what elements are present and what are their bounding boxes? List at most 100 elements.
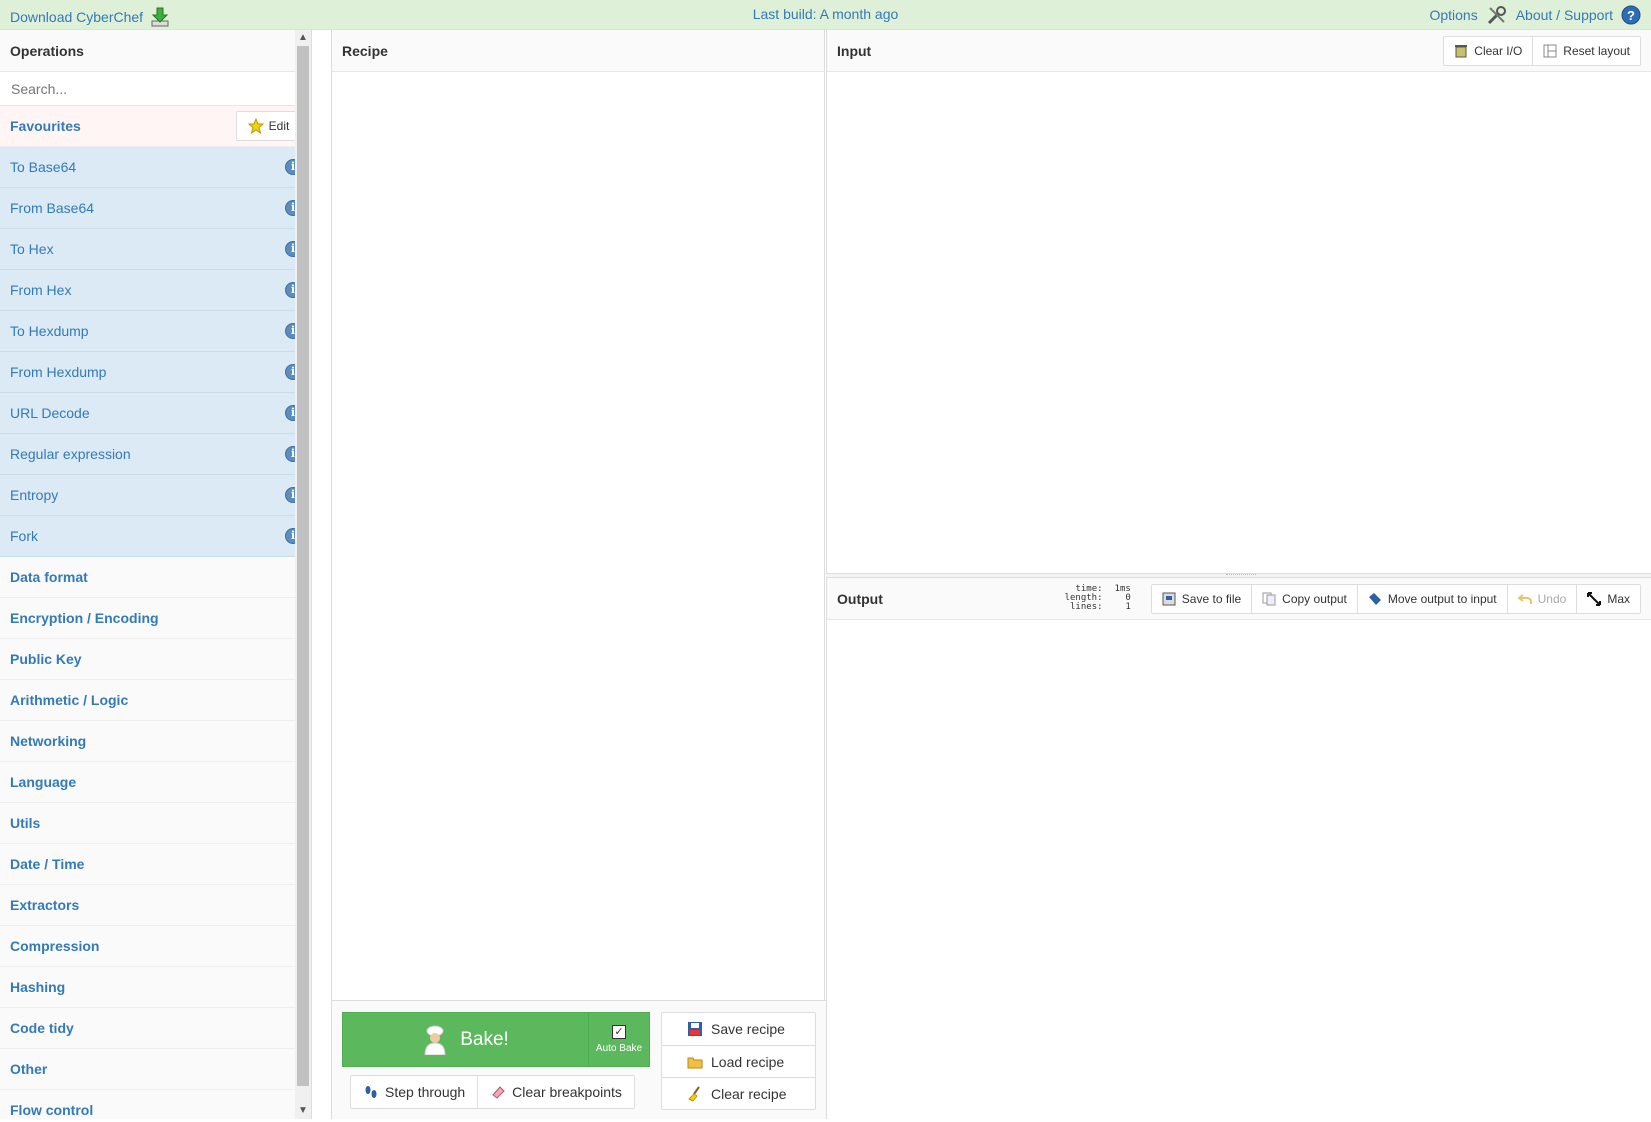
operation-label: From Hexdump bbox=[10, 364, 107, 380]
save-recipe-label: Save recipe bbox=[711, 1021, 785, 1037]
operation-item[interactable]: To Hexdump i bbox=[0, 311, 311, 352]
recipe-list[interactable] bbox=[332, 72, 824, 1000]
clear-io-button[interactable]: Clear I/O bbox=[1444, 37, 1532, 65]
undo-label: Undo bbox=[1537, 591, 1567, 606]
download-area[interactable]: Download CyberChef bbox=[10, 6, 171, 28]
category-list: Data format Encryption / Encoding Public… bbox=[0, 557, 311, 1119]
operation-item[interactable]: Fork i bbox=[0, 516, 311, 557]
category-encryption-encoding[interactable]: Encryption / Encoding bbox=[0, 598, 311, 639]
options-link[interactable]: Options bbox=[1429, 7, 1477, 23]
operation-item[interactable]: From Hexdump i bbox=[0, 352, 311, 393]
bake-button[interactable]: Bake! ✓ Auto Bake bbox=[342, 1012, 650, 1067]
operation-label: Fork bbox=[10, 528, 38, 544]
top-banner: Download CyberChef Last build: A month a… bbox=[0, 0, 1651, 30]
output-buttons: Save to file Copy output Move output to … bbox=[1150, 583, 1641, 614]
category-code-tidy[interactable]: Code tidy bbox=[0, 1008, 311, 1049]
step-through-button[interactable]: Step through bbox=[351, 1076, 477, 1108]
options-tools-icon[interactable] bbox=[1486, 4, 1508, 26]
category-extractors[interactable]: Extractors bbox=[0, 885, 311, 926]
favourites-category[interactable]: Favourites Edit bbox=[0, 106, 311, 147]
operations-recipe-splitter[interactable] bbox=[312, 30, 331, 1119]
save-file-icon bbox=[1162, 592, 1176, 606]
output-textarea[interactable] bbox=[827, 620, 1651, 1119]
scroll-up-icon[interactable]: ▲ bbox=[295, 30, 311, 46]
save-recipe-button[interactable]: Save recipe bbox=[662, 1013, 815, 1045]
splitter-grip[interactable] bbox=[1226, 574, 1256, 577]
save-to-file-label: Save to file bbox=[1181, 591, 1242, 606]
maximise-button[interactable]: Max bbox=[1576, 584, 1640, 613]
category-language[interactable]: Language bbox=[0, 762, 311, 803]
broom-icon bbox=[687, 1085, 703, 1102]
save-to-file-button[interactable]: Save to file bbox=[1152, 585, 1251, 613]
operation-label: URL Decode bbox=[10, 405, 90, 421]
input-textarea[interactable] bbox=[827, 72, 1651, 573]
edit-label: Edit bbox=[268, 119, 290, 133]
input-buttons: Clear I/O Reset layout bbox=[1443, 35, 1641, 66]
clear-breakpoints-button[interactable]: Clear breakpoints bbox=[477, 1076, 634, 1108]
eraser-icon bbox=[490, 1084, 506, 1100]
floppy-disk-icon bbox=[687, 1021, 703, 1037]
clear-io-label: Clear I/O bbox=[1474, 43, 1523, 58]
move-output-to-input-button[interactable]: Move output to input bbox=[1356, 584, 1507, 613]
recipe-title: Recipe bbox=[332, 30, 824, 72]
category-networking[interactable]: Networking bbox=[0, 721, 311, 762]
auto-bake-checkbox[interactable]: ✓ bbox=[612, 1025, 626, 1039]
output-header: Output time: 1ms length: 0 lines: 1 Save… bbox=[827, 578, 1651, 620]
footsteps-icon bbox=[363, 1084, 379, 1100]
operation-item[interactable]: To Hex i bbox=[0, 229, 311, 270]
category-hashing[interactable]: Hashing bbox=[0, 967, 311, 1008]
clear-recipe-label: Clear recipe bbox=[711, 1085, 787, 1102]
layout-icon bbox=[1543, 44, 1557, 58]
step-through-label: Step through bbox=[385, 1084, 466, 1100]
undo-icon bbox=[1517, 592, 1532, 606]
download-link[interactable]: Download CyberChef bbox=[10, 9, 143, 25]
operations-scrollbar[interactable]: ▲ ▼ bbox=[295, 30, 311, 1119]
operation-item[interactable]: To Base64 i bbox=[0, 147, 311, 188]
reset-layout-button[interactable]: Reset layout bbox=[1532, 36, 1640, 65]
copy-output-button[interactable]: Copy output bbox=[1251, 584, 1357, 613]
category-public-key[interactable]: Public Key bbox=[0, 639, 311, 680]
chef-icon bbox=[422, 1025, 448, 1055]
scroll-thumb[interactable] bbox=[297, 46, 309, 1086]
load-recipe-button[interactable]: Load recipe bbox=[662, 1045, 815, 1077]
operation-label: To Hexdump bbox=[10, 323, 89, 339]
category-data-format[interactable]: Data format bbox=[0, 557, 311, 598]
trash-can-icon bbox=[1454, 44, 1468, 58]
category-flow-control[interactable]: Flow control bbox=[0, 1090, 311, 1119]
operation-label: To Base64 bbox=[10, 159, 77, 175]
input-pane: Input Clear I/O Reset layout bbox=[826, 30, 1651, 573]
operations-title: Operations bbox=[0, 30, 311, 72]
auto-bake-toggle[interactable]: ✓ Auto Bake bbox=[589, 1013, 649, 1066]
operation-label: Regular expression bbox=[10, 446, 131, 462]
edit-favourites-button[interactable]: Edit bbox=[236, 111, 301, 141]
operations-pane: Operations Favourites Edit To Base64i Fr… bbox=[0, 30, 312, 1119]
recipe-pane: Recipe Bake! ✓ Auto Bake Step through Cl… bbox=[331, 30, 826, 1119]
operation-item[interactable]: URL Decode i bbox=[0, 393, 311, 434]
stat-lines-value: 1 bbox=[1125, 602, 1131, 612]
bake-main[interactable]: Bake! bbox=[343, 1013, 589, 1066]
category-date-time[interactable]: Date / Time bbox=[0, 844, 311, 885]
scroll-down-icon[interactable]: ▼ bbox=[295, 1103, 311, 1119]
recipe-file-buttons: Save recipe Load recipe Clear recipe bbox=[661, 1012, 816, 1110]
clear-recipe-button[interactable]: Clear recipe bbox=[662, 1077, 815, 1109]
load-recipe-label: Load recipe bbox=[711, 1053, 785, 1070]
operation-item[interactable]: Regular expression i bbox=[0, 434, 311, 475]
operations-search-input[interactable] bbox=[0, 72, 311, 106]
about-support-link[interactable]: About / Support bbox=[1516, 7, 1613, 23]
download-icon[interactable] bbox=[149, 6, 171, 28]
output-title: Output bbox=[837, 590, 883, 607]
undo-button[interactable]: Undo bbox=[1506, 584, 1577, 613]
bake-label: Bake! bbox=[460, 1028, 509, 1050]
maximise-icon bbox=[1587, 591, 1602, 606]
category-compression[interactable]: Compression bbox=[0, 926, 311, 967]
favourites-label: Favourites bbox=[10, 118, 81, 134]
recipe-controls: Bake! ✓ Auto Bake Step through Clear bre… bbox=[332, 1000, 826, 1119]
help-icon[interactable]: ? bbox=[1621, 5, 1641, 25]
operation-item[interactable]: Entropy i bbox=[0, 475, 311, 516]
operation-item[interactable]: From Hex i bbox=[0, 270, 311, 311]
category-other[interactable]: Other bbox=[0, 1049, 311, 1090]
reset-layout-label: Reset layout bbox=[1563, 43, 1630, 58]
category-utils[interactable]: Utils bbox=[0, 803, 311, 844]
category-arithmetic-logic[interactable]: Arithmetic / Logic bbox=[0, 680, 311, 721]
operation-item[interactable]: From Base64 i bbox=[0, 188, 311, 229]
